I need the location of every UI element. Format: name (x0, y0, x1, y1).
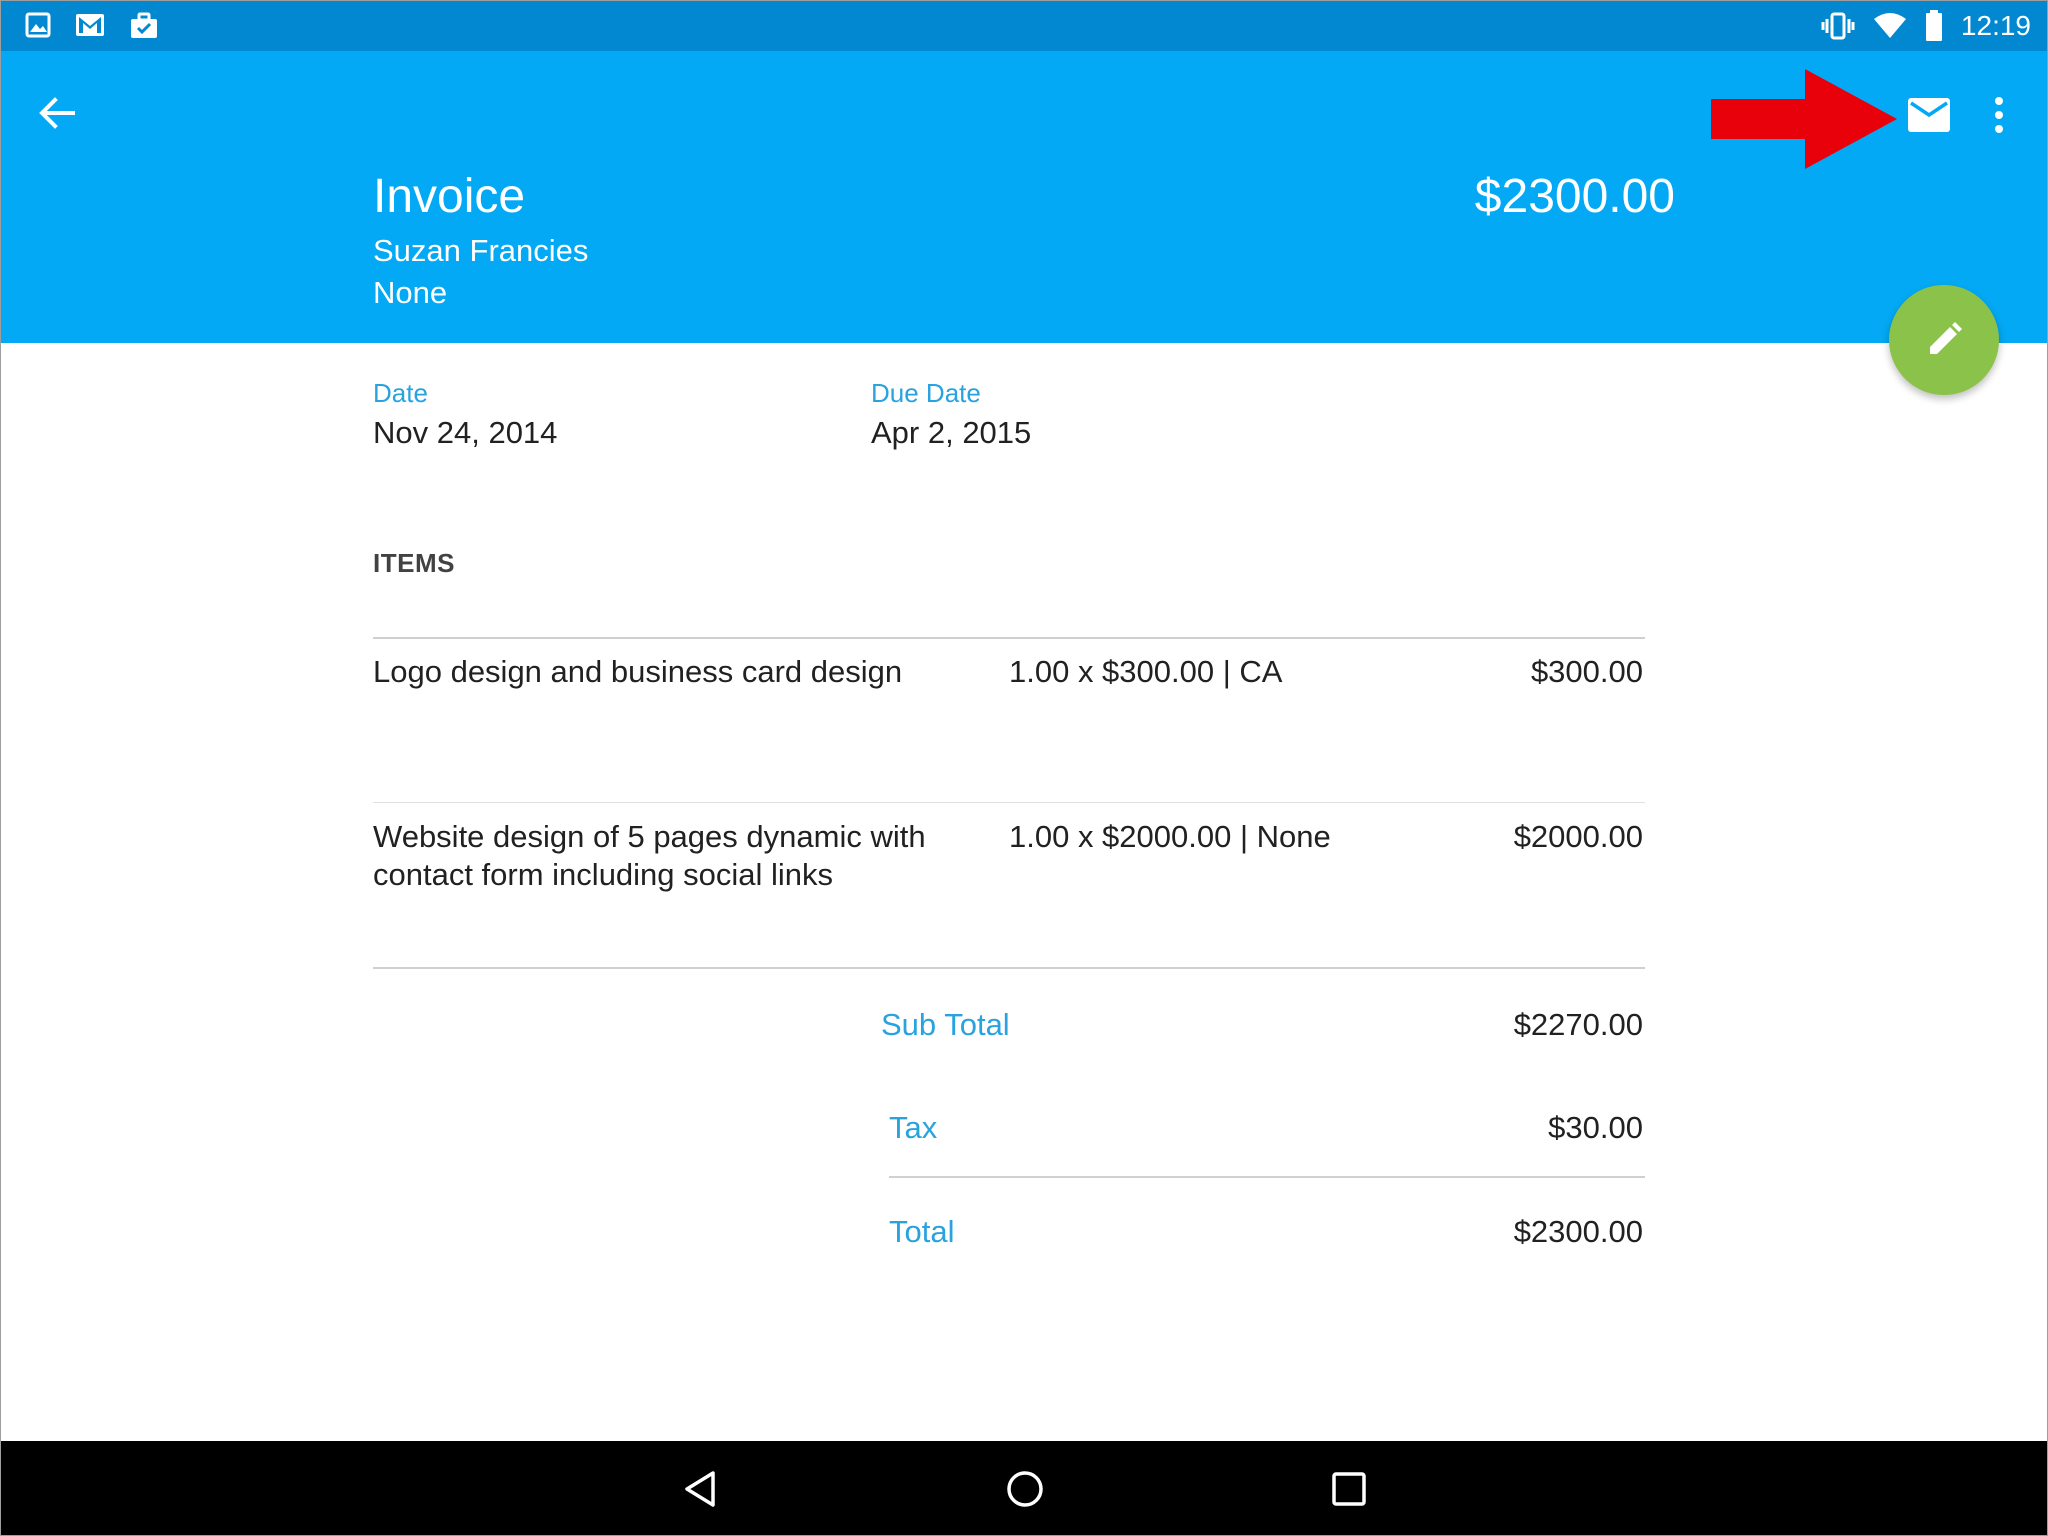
triangle-back-icon (685, 1471, 715, 1507)
project-name: None (373, 275, 448, 310)
invoice-title: Invoice (373, 170, 526, 223)
items-divider-bottom (373, 967, 1645, 969)
item-amount: $300.00 (1530, 654, 1643, 689)
total-label: Total (889, 1214, 955, 1249)
due-date-label: Due Date (871, 378, 981, 408)
subtotal-label: Sub Total (881, 1007, 1010, 1042)
items-divider (373, 802, 1645, 803)
item-amount: $2000.00 (1513, 819, 1643, 854)
nav-back-button[interactable] (679, 1467, 723, 1511)
image-icon (25, 12, 51, 40)
tax-value: $30.00 (1548, 1110, 1643, 1145)
nav-recents-button[interactable] (1327, 1467, 1371, 1511)
back-button[interactable] (37, 93, 77, 133)
item-quantity: 1.00 x $2000.00 | None (1009, 819, 1331, 854)
subtotal-value: $2270.00 (1513, 1007, 1643, 1042)
date-label: Date (373, 378, 428, 408)
mail-icon (1908, 98, 1950, 132)
overflow-menu-button[interactable] (1987, 95, 2011, 135)
circle-home-icon (1007, 1471, 1043, 1507)
invoice-amount: $2300.00 (1474, 170, 1675, 223)
item-quantity: 1.00 x $300.00 | CA (1009, 654, 1283, 689)
total-value: $2300.00 (1513, 1214, 1643, 1249)
nav-home-button[interactable] (1003, 1467, 1047, 1511)
edit-fab-button[interactable] (1889, 285, 1999, 395)
send-email-button[interactable] (1907, 97, 1951, 133)
status-time: 12:19 (1960, 10, 2031, 41)
briefcase-check-icon (129, 12, 159, 40)
gmail-icon (75, 12, 105, 40)
vibrate-icon (1821, 11, 1855, 41)
item-description: Website design of 5 pages dynamic with c… (373, 819, 926, 892)
system-nav-bar (1, 1441, 2047, 1535)
red-arrow-annotation-icon (1711, 69, 1897, 169)
status-bar: 12:19 (1, 1, 2047, 51)
client-name: Suzan Francies (373, 233, 589, 268)
battery-icon (1925, 10, 1943, 42)
app-window: 12:19 Invoice Suzan Francies None $2300.… (0, 0, 2048, 1536)
items-section-header: ITEMS (373, 548, 455, 578)
item-description: Logo design and business card design (373, 654, 903, 689)
square-recents-icon (1332, 1472, 1366, 1506)
pencil-icon (1930, 322, 1962, 354)
invoice-header: Invoice Suzan Francies None $2300.00 (1, 51, 2047, 343)
total-divider (889, 1176, 1645, 1178)
tax-label: Tax (889, 1110, 938, 1145)
items-divider-top (373, 637, 1645, 639)
more-vert-icon (1995, 97, 2003, 133)
arrow-left-icon (39, 97, 75, 129)
date-value: Nov 24, 2014 (373, 415, 558, 450)
wifi-icon (1873, 12, 1907, 40)
due-date-value: Apr 2, 2015 (871, 415, 1032, 450)
